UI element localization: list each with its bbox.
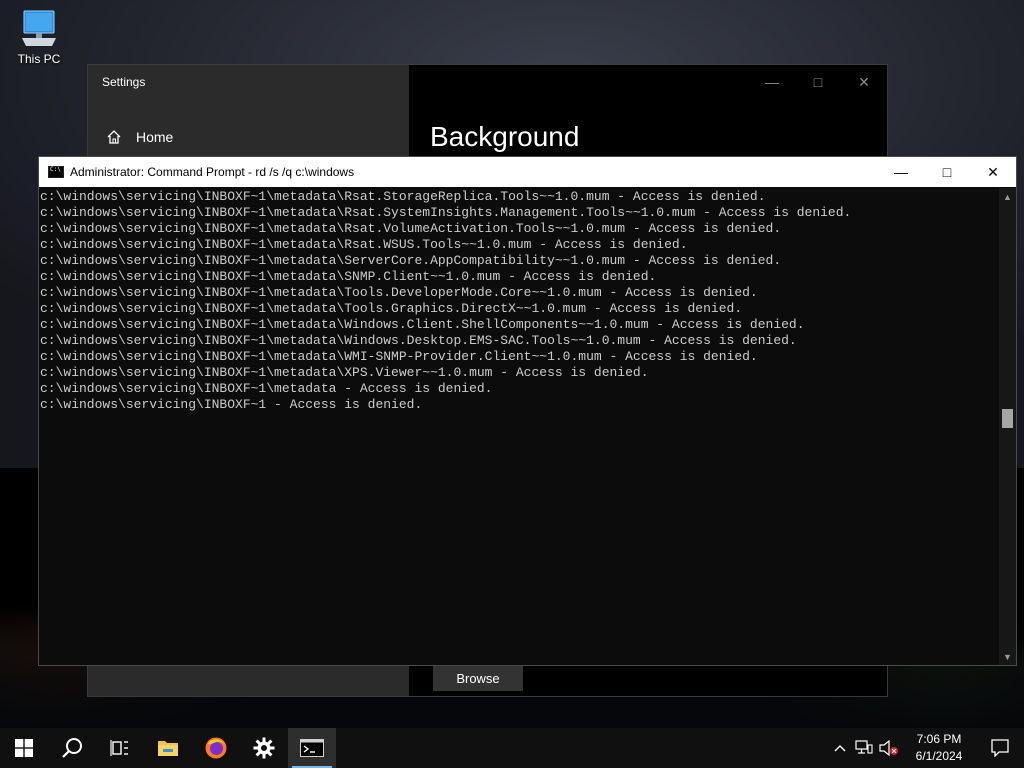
cmd-titlebar[interactable]: Administrator: Command Prompt - rd /s /q… [39, 157, 1016, 187]
console-line: c:\windows\servicing\INBOXF~1\metadata\R… [40, 189, 766, 204]
console-line: c:\windows\servicing\INBOXF~1\metadata\T… [40, 285, 758, 300]
show-hidden-icons-button[interactable] [828, 728, 852, 768]
start-button[interactable] [0, 728, 48, 768]
scroll-down-arrow[interactable]: ▼ [999, 648, 1016, 665]
console-line: c:\windows\servicing\INBOXF~1\metadata\T… [40, 301, 743, 316]
firefox-button[interactable] [192, 728, 240, 768]
task-view-icon [110, 740, 128, 756]
cmd-maximize-button[interactable]: □ [924, 157, 970, 187]
settings-taskbar-button[interactable] [240, 728, 288, 768]
chevron-up-icon [834, 745, 846, 752]
settings-maximize-button[interactable]: □ [795, 65, 841, 99]
settings-nav-home[interactable]: Home [106, 129, 173, 145]
folder-icon [158, 741, 178, 756]
console-line: c:\windows\servicing\INBOXF~1\metadata\R… [40, 205, 852, 220]
command-prompt-taskbar-button[interactable] [288, 728, 336, 768]
cmd-scrollbar[interactable]: ▲ ▼ [999, 188, 1016, 665]
settings-minimize-button[interactable]: — [749, 65, 795, 99]
console-line: c:\windows\servicing\INBOXF~1\metadata\S… [40, 269, 657, 284]
search-icon [62, 738, 82, 758]
settings-close-button[interactable]: ✕ [841, 65, 887, 99]
console-line: c:\windows\servicing\INBOXF~1\metadata\W… [40, 333, 797, 348]
system-tray: 7:06 PM 6/1/2024 [828, 728, 1024, 768]
browse-button[interactable]: Browse [433, 665, 523, 691]
home-icon [107, 130, 121, 144]
cmd-title: Administrator: Command Prompt - rd /s /q… [70, 165, 355, 179]
taskbar: 7:06 PM 6/1/2024 [0, 728, 1024, 768]
console-line: c:\windows\servicing\INBOXF~1\metadata -… [40, 381, 493, 396]
notification-icon [991, 739, 1009, 757]
settings-title: Settings [102, 75, 146, 89]
settings-nav-home-label: Home [136, 129, 174, 145]
search-button[interactable] [48, 728, 96, 768]
clock-time: 7:06 PM [916, 732, 962, 746]
scroll-up-arrow[interactable]: ▲ [999, 188, 1016, 205]
cmd-minimize-button[interactable]: — [878, 157, 924, 187]
console-line: c:\windows\servicing\INBOXF~1\metadata\W… [40, 349, 758, 364]
console-output[interactable]: c:\windows\servicing\INBOXF~1\metadata\R… [39, 188, 999, 665]
console-line: c:\windows\servicing\INBOXF~1 - Access i… [40, 397, 423, 412]
scroll-thumb[interactable] [1002, 408, 1013, 428]
gear-icon [253, 737, 275, 759]
computer-icon [22, 10, 56, 46]
file-explorer-button[interactable] [144, 728, 192, 768]
firefox-icon [205, 737, 227, 759]
console-line: c:\windows\servicing\INBOXF~1\metadata\W… [40, 317, 805, 332]
cmd-close-button[interactable]: ✕ [970, 157, 1016, 187]
command-prompt-window: Administrator: Command Prompt - rd /s /q… [38, 156, 1017, 666]
network-icon [855, 740, 873, 754]
volume-muted-icon [879, 740, 898, 756]
terminal-icon [48, 166, 64, 178]
clock[interactable]: 7:06 PM 6/1/2024 [902, 731, 976, 765]
task-view-button[interactable] [96, 728, 144, 768]
console-line: c:\windows\servicing\INBOXF~1\metadata\R… [40, 237, 688, 252]
volume-button[interactable] [876, 728, 902, 768]
console-line: c:\windows\servicing\INBOXF~1\metadata\R… [40, 221, 782, 236]
page-title: Background [430, 121, 580, 152]
terminal-icon [300, 739, 324, 757]
action-center-button[interactable] [976, 728, 1024, 768]
settings-caption-buttons: — □ ✕ [749, 65, 887, 99]
console-line: c:\windows\servicing\INBOXF~1\metadata\S… [40, 253, 782, 268]
windows-logo-icon [15, 739, 33, 757]
console-line: c:\windows\servicing\INBOXF~1\metadata\X… [40, 365, 649, 380]
desktop-icon-this-pc[interactable]: This PC [10, 8, 68, 66]
clock-date: 6/1/2024 [915, 749, 963, 763]
network-button[interactable] [852, 728, 876, 768]
desktop-icon-label: This PC [17, 52, 61, 66]
